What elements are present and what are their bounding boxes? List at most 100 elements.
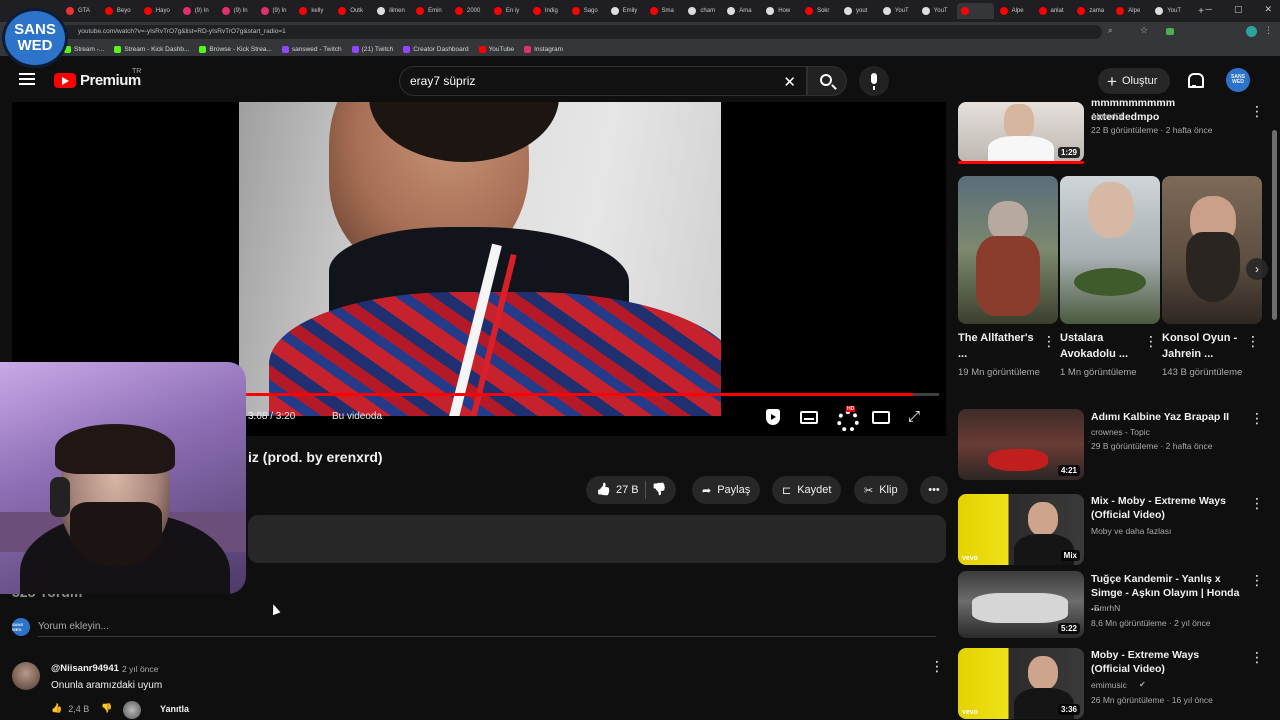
rec-item[interactable]: vevo 3:36 Moby - Extreme Ways (Official … — [958, 648, 1264, 720]
browser-tab[interactable]: (9) In — [179, 3, 216, 19]
bookmark-item[interactable]: Instagram — [524, 45, 563, 53]
bookmark-item[interactable]: sanswed - Twitch — [281, 45, 342, 53]
browser-tab[interactable]: Outk — [334, 3, 371, 19]
rec-channel[interactable]: emimusic — [1091, 680, 1127, 690]
chapter-label[interactable]: Bu videoda — [332, 411, 382, 422]
browser-tab[interactable]: Alpe — [996, 3, 1033, 19]
search-button[interactable] — [807, 66, 847, 96]
short-title[interactable]: Ustalara Avokadolu ... — [1060, 330, 1140, 362]
share-button[interactable]: ➦ Paylaş — [692, 476, 761, 504]
new-tab-button[interactable]: + — [1194, 3, 1204, 19]
bookmark-item[interactable]: Stream - Kick Dashb... — [114, 45, 189, 53]
settings-gear-icon[interactable]: HD — [836, 406, 859, 432]
short-more-icon[interactable]: ⋮ — [1144, 334, 1158, 348]
short-more-icon[interactable]: ⋮ — [1042, 334, 1056, 348]
browser-tab[interactable]: En iy — [490, 3, 527, 19]
browser-tab[interactable]: zama — [1073, 3, 1110, 19]
rec-more-icon[interactable]: ⋮ — [1250, 573, 1264, 587]
shorts-next-chevron-icon[interactable]: › — [1246, 258, 1268, 280]
rec-more-icon[interactable]: ⋮ — [1250, 104, 1264, 118]
rec-item[interactable]: 5:22 Tuğçe Kandemir - Yanlış x Simge - A… — [958, 571, 1264, 643]
browser-tab[interactable]: cham — [684, 3, 721, 19]
bookmark-item[interactable]: Creator Dashboard — [403, 45, 469, 53]
rec-thumbnail[interactable]: 1:29 — [958, 102, 1084, 162]
rec-channel[interactable]: crownes - Topic — [1091, 427, 1150, 437]
add-comment-input[interactable]: Yorum ekleyin... — [38, 621, 109, 632]
rec-title[interactable]: Adımı Kalbine Yaz Brapap II — [1091, 410, 1241, 424]
short-thumbnail[interactable] — [1162, 176, 1262, 324]
browser-tab[interactable]: yout — [840, 3, 877, 19]
bookmark-item[interactable]: (21) Twitch — [351, 45, 393, 53]
comment-time[interactable]: 2 yıl önce — [122, 664, 158, 674]
rec-channel[interactable]: Alperdüt — [1091, 111, 1123, 121]
browser-menu-icon[interactable]: ⋮ — [1264, 25, 1273, 36]
bookmark-star-icon[interactable]: ☆ — [1140, 25, 1148, 36]
browser-tab[interactable]: Sokr — [801, 3, 838, 19]
rec-more-icon[interactable]: ⋮ — [1250, 496, 1264, 510]
rec-title[interactable]: Mix - Moby - Extreme Ways (Official Vide… — [1091, 494, 1241, 522]
browser-tab[interactable]: How — [762, 3, 799, 19]
bookmark-item[interactable]: Stream -... — [64, 45, 104, 53]
bookmark-item[interactable]: YouTube — [478, 45, 514, 53]
rec-channel[interactable]: -EmrhN — [1091, 603, 1120, 613]
browser-tab[interactable]: Ama — [723, 3, 760, 19]
browser-tab[interactable]: Indig — [529, 3, 566, 19]
progress-bar[interactable] — [239, 393, 939, 396]
search-box[interactable]: ✕ — [399, 66, 807, 96]
browser-tab[interactable]: Alpe — [1112, 3, 1149, 19]
browser-tab[interactable]: (9) In — [257, 3, 294, 19]
rec-title[interactable]: Moby - Extreme Ways (Official Video) — [1091, 648, 1241, 676]
short-more-icon[interactable]: ⋮ — [1246, 334, 1260, 348]
browser-tab[interactable]: Hayo — [140, 3, 177, 19]
more-actions-button[interactable]: ••• — [920, 476, 948, 504]
short-item[interactable]: Konsol Oyun - Jahrein ... 143 B görüntül… — [1162, 176, 1262, 378]
browser-tab[interactable]: Beyo — [101, 3, 138, 19]
browser-tab[interactable]: Emin — [412, 3, 449, 19]
browser-tab[interactable]: Sma — [646, 3, 683, 19]
comment-author[interactable]: @Niisanr94941 — [51, 663, 119, 674]
browser-tab[interactable]: Sago — [568, 3, 605, 19]
description-box[interactable] — [248, 515, 946, 563]
rec-item[interactable]: 1:29 mmmmmmmmm extendedmpo Alperdüt 22 B… — [958, 97, 1264, 164]
short-thumbnail[interactable] — [1060, 176, 1160, 324]
rec-channel[interactable]: Moby ve daha fazlası — [1091, 526, 1171, 536]
browser-tab[interactable]: (9) In — [218, 3, 255, 19]
theater-mode-icon[interactable] — [872, 411, 890, 424]
rec-item[interactable]: 4:21 Adımı Kalbine Yaz Brapap II crownes… — [958, 409, 1264, 481]
like-dislike-button[interactable]: 27 B — [586, 476, 676, 504]
short-item[interactable]: Ustalara Avokadolu ... 1 Mn görüntüleme … — [1060, 176, 1160, 378]
page-scrollbar[interactable] — [1272, 130, 1277, 320]
browser-tab[interactable]: anlat — [1035, 3, 1072, 19]
voice-search-icon[interactable] — [859, 66, 889, 96]
fullscreen-icon[interactable]: ⤢ — [908, 409, 926, 425]
clear-search-icon[interactable]: ✕ — [783, 73, 796, 91]
commenter-avatar[interactable] — [12, 662, 40, 690]
notifications-bell-icon[interactable] — [1186, 72, 1204, 88]
adblock-shield-icon[interactable] — [764, 409, 782, 425]
browser-tab[interactable]: YouT — [1151, 3, 1188, 19]
minimize-icon[interactable]: ─ — [1206, 4, 1212, 15]
browser-tab[interactable]: kelly — [295, 3, 332, 19]
comment-reply-button[interactable]: Yanıtla — [160, 704, 189, 714]
browser-tab[interactable]: GTA — [62, 3, 99, 19]
browser-tab[interactable]: YouT — [879, 3, 916, 19]
create-button[interactable]: + Oluştur — [1098, 68, 1170, 94]
close-window-icon[interactable]: ✕ — [1264, 4, 1272, 15]
browser-tab[interactable]: Emily — [607, 3, 644, 19]
url-field[interactable]: youtube.com/watch?v=-yIsRvTrO7g&list=RD-… — [62, 25, 1102, 39]
subtitles-icon[interactable] — [800, 411, 818, 424]
short-item[interactable]: The Allfather's ... 19 Mn görüntüleme ⋮ — [958, 176, 1058, 378]
youtube-premium-logo[interactable]: Premium TR — [54, 68, 141, 89]
video-frame[interactable] — [239, 102, 721, 416]
search-input[interactable] — [410, 67, 770, 95]
comment-like-button[interactable]: 👍 2,4 B — [51, 703, 89, 714]
rec-thumbnail[interactable]: 5:22 — [958, 571, 1084, 638]
rec-thumbnail[interactable]: vevo Mix — [958, 494, 1084, 565]
comment-more-icon[interactable]: ⋮ — [930, 659, 944, 673]
zoom-icon[interactable]: ⌕ — [1108, 26, 1112, 36]
rec-more-icon[interactable]: ⋮ — [1250, 650, 1264, 664]
rec-thumbnail[interactable]: 4:21 — [958, 409, 1084, 480]
browser-tab[interactable]: 2000 — [451, 3, 488, 19]
profile-icon[interactable] — [1246, 26, 1257, 37]
thumbs-up-icon[interactable] — [596, 483, 610, 497]
